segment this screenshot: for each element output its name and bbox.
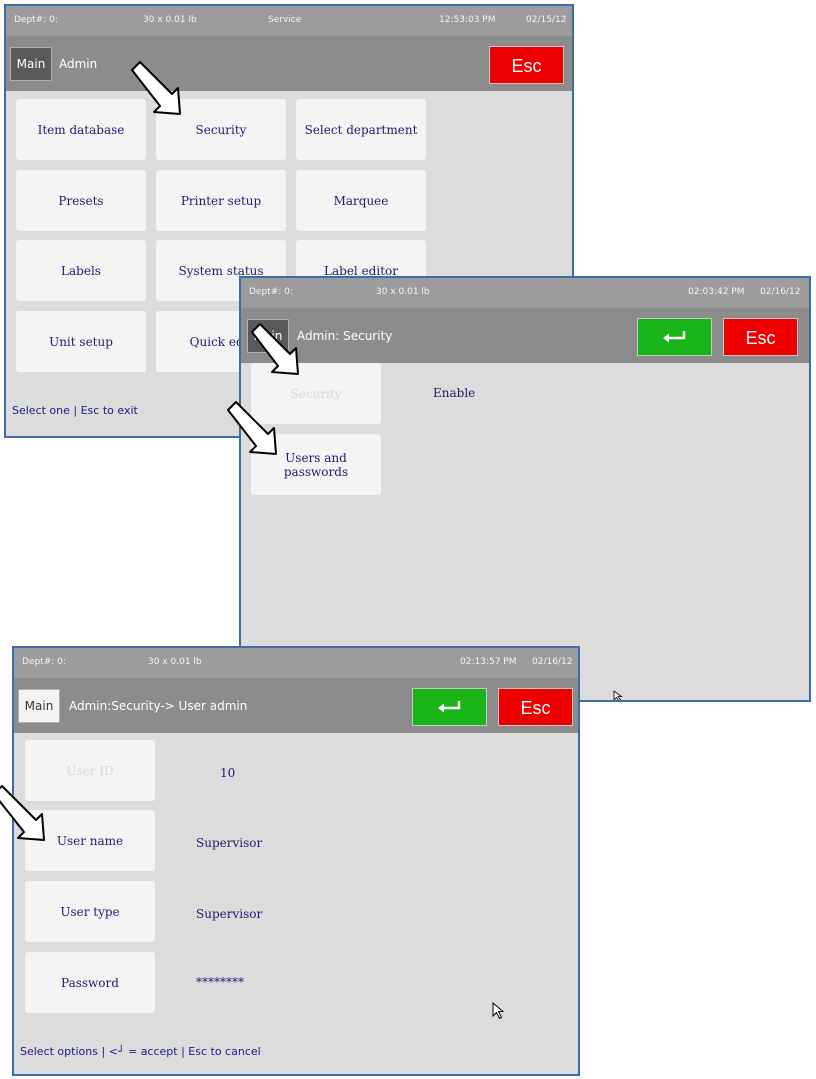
tile-unit-setup[interactable]: Unit setup — [16, 311, 146, 372]
tile-presets[interactable]: Presets — [16, 170, 146, 231]
dept-readout: Dept#: 0: — [249, 287, 293, 297]
footer-hint: Select options | <┘ = accept | Esc to ca… — [20, 1045, 261, 1058]
scale-readout: 30 x 0.01 lb — [143, 15, 197, 25]
mode-readout: Service — [268, 15, 302, 25]
user-type-value: Supervisor — [196, 907, 263, 921]
security-value: Enable — [433, 386, 476, 400]
time-readout: 02:13:57 PM — [460, 657, 517, 667]
esc-button[interactable]: Esc — [489, 46, 564, 84]
breadcrumb: Admin: Security — [297, 329, 393, 343]
tile-marquee[interactable]: Marquee — [296, 170, 426, 231]
user-admin-window: Dept#: 0: 30 x 0.01 lb 02:13:57 PM 02/16… — [12, 646, 580, 1076]
status-bar: Dept#: 0: 30 x 0.01 lb 02:03:42 PM 02/16… — [241, 278, 809, 308]
breadcrumb: Admin:Security-> User admin — [69, 699, 248, 713]
tile-labels[interactable]: Labels — [16, 240, 146, 301]
tile-security[interactable]: Security — [156, 99, 286, 160]
row-user-type-button[interactable]: User type — [25, 881, 155, 942]
row-user-id-button[interactable]: User ID — [25, 740, 155, 801]
row-user-name-button[interactable]: User name — [25, 810, 155, 871]
dept-readout: Dept#: 0: — [22, 657, 66, 667]
tile-select-department[interactable]: Select department — [296, 99, 426, 160]
esc-button[interactable]: Esc — [723, 318, 798, 356]
main-button[interactable]: Main — [247, 319, 289, 353]
scale-readout: 30 x 0.01 lb — [148, 657, 202, 667]
title-bar: Main Admin: Security Esc — [241, 308, 809, 363]
status-bar: Dept#: 0: 30 x 0.01 lb Service 12:53:03 … — [6, 6, 572, 36]
mouse-cursor-icon — [613, 690, 623, 700]
enter-button[interactable] — [412, 688, 487, 726]
security-window: Dept#: 0: 30 x 0.01 lb 02:03:42 PM 02/16… — [239, 276, 811, 702]
enter-button[interactable] — [637, 318, 712, 356]
title-bar: Main Admin:Security-> User admin Esc — [14, 678, 578, 733]
scale-readout: 30 x 0.01 lb — [376, 287, 430, 297]
tile-item-database[interactable]: Item database — [16, 99, 146, 160]
title-bar: Main Admin Esc — [6, 36, 572, 91]
enter-icon — [662, 331, 685, 343]
mouse-cursor-icon — [492, 1002, 505, 1020]
time-readout: 02:03:42 PM — [688, 287, 745, 297]
esc-button[interactable]: Esc — [498, 688, 573, 726]
date-readout: 02/16/12 — [760, 287, 801, 297]
row-password-button[interactable]: Password — [25, 952, 155, 1013]
row-security-button[interactable]: Security — [251, 363, 381, 424]
tile-printer-setup[interactable]: Printer setup — [156, 170, 286, 231]
date-readout: 02/16/12 — [532, 657, 573, 667]
breadcrumb: Admin — [59, 57, 98, 71]
time-readout: 12:53:03 PM — [439, 15, 496, 25]
footer-hint: Select one | Esc to exit — [12, 404, 138, 417]
user-name-value: Supervisor — [196, 836, 263, 850]
dept-readout: Dept#: 0: — [14, 15, 58, 25]
user-id-value: 10 — [220, 766, 236, 780]
date-readout: 02/15/12 — [526, 15, 567, 25]
password-value: ******** — [196, 975, 244, 989]
main-button[interactable]: Main — [10, 47, 52, 81]
status-bar: Dept#: 0: 30 x 0.01 lb 02:13:57 PM 02/16… — [14, 648, 578, 678]
enter-icon — [437, 701, 460, 713]
row-users-passwords-button[interactable]: Users and passwords — [251, 434, 381, 495]
main-button[interactable]: Main — [18, 689, 60, 723]
